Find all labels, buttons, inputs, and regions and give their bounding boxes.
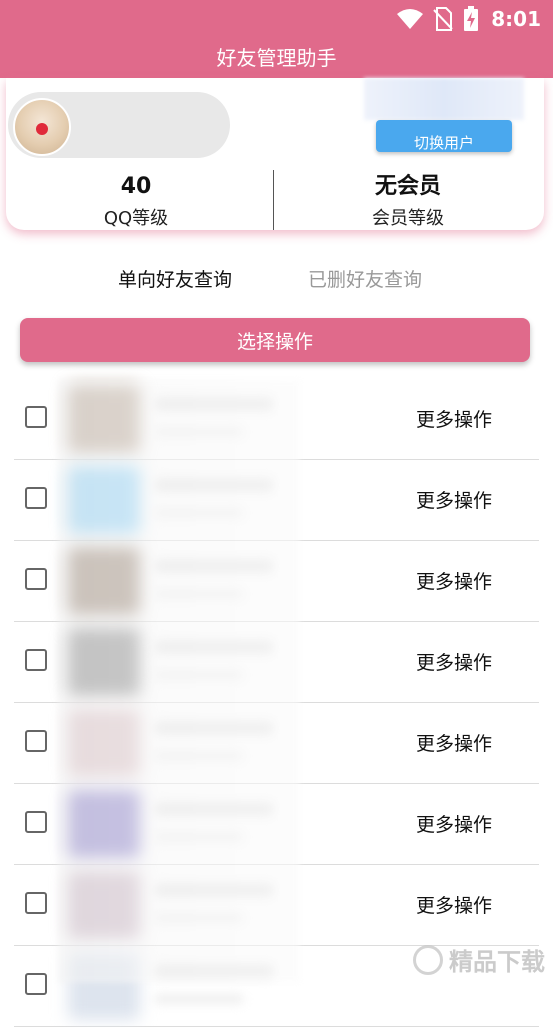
- qq-level-label: QQ等级: [103, 208, 169, 229]
- watermark-logo-icon: [413, 944, 443, 975]
- avatar[interactable]: [13, 98, 71, 156]
- profile-card: 切换用户 40 QQ等级 无会员 会员等级: [6, 78, 544, 230]
- list-item: 更多操作: [14, 784, 539, 865]
- checkbox[interactable]: [25, 811, 47, 833]
- list-item: 更多操作: [14, 703, 539, 784]
- more-actions-button[interactable]: 更多操作: [394, 399, 514, 439]
- watermark: 精品下载: [413, 942, 545, 977]
- list-item: 更多操作: [14, 460, 539, 541]
- app-bar: 好友管理助手: [0, 38, 553, 78]
- friend-name-blurred: [154, 721, 274, 735]
- friend-detail-blurred: [154, 913, 244, 923]
- more-actions-button[interactable]: 更多操作: [394, 804, 514, 844]
- friend-name-blurred: [154, 640, 274, 654]
- friend-avatar: [68, 466, 140, 534]
- checkbox[interactable]: [25, 568, 47, 590]
- profile-pill[interactable]: [8, 92, 230, 158]
- more-actions-button[interactable]: 更多操作: [394, 642, 514, 682]
- friend-name-blurred: [154, 964, 274, 978]
- checkbox[interactable]: [25, 892, 47, 914]
- select-action-button[interactable]: 选择操作: [20, 318, 530, 362]
- avatar-accent: [36, 123, 48, 135]
- friend-list: 更多操作 更多操作 更多操作 更多操作 更多操作 更多操作 更多操作: [14, 379, 539, 1027]
- checkbox[interactable]: [25, 730, 47, 752]
- switch-user-button[interactable]: 切换用户: [376, 120, 512, 152]
- qq-level-stat: 40 QQ等级: [6, 170, 266, 234]
- blurred-region: [364, 78, 524, 120]
- friend-name-blurred: [154, 883, 274, 897]
- battery-charging-icon: [464, 6, 479, 31]
- checkbox[interactable]: [25, 973, 47, 995]
- more-actions-button[interactable]: 更多操作: [394, 480, 514, 520]
- friend-name-blurred: [154, 559, 274, 573]
- app-title: 好友管理助手: [216, 46, 337, 70]
- friend-detail-blurred: [154, 832, 244, 842]
- friend-name-blurred: [154, 802, 274, 816]
- list-item: 更多操作: [14, 622, 539, 703]
- friend-avatar: [68, 385, 140, 453]
- tab-deleted-friends[interactable]: 已删好友查询: [308, 258, 422, 302]
- friend-detail-blurred: [154, 589, 244, 599]
- friend-name-blurred: [154, 478, 274, 492]
- list-item: 更多操作: [14, 865, 539, 946]
- friend-name-blurred: [154, 397, 274, 411]
- vip-level-stat: 无会员 会员等级: [278, 170, 538, 234]
- status-bar: 8:01: [0, 0, 553, 38]
- friend-detail-blurred: [154, 751, 244, 761]
- friend-avatar: [68, 952, 140, 1020]
- status-time: 8:01: [491, 7, 541, 31]
- vip-level-value: 无会员: [374, 174, 441, 199]
- stat-divider: [273, 170, 274, 230]
- list-item: 更多操作: [14, 379, 539, 460]
- friend-avatar: [68, 709, 140, 777]
- friend-detail-blurred: [154, 427, 244, 437]
- friend-detail-blurred: [154, 994, 244, 1004]
- friend-detail-blurred: [154, 670, 244, 680]
- list-item: 更多操作: [14, 541, 539, 622]
- more-actions-button[interactable]: 更多操作: [394, 561, 514, 601]
- more-actions-button[interactable]: 更多操作: [394, 723, 514, 763]
- checkbox[interactable]: [25, 487, 47, 509]
- friend-avatar: [68, 871, 140, 939]
- friend-avatar: [68, 547, 140, 615]
- friend-detail-blurred: [154, 508, 244, 518]
- more-actions-button[interactable]: 更多操作: [394, 885, 514, 925]
- friend-avatar: [68, 790, 140, 858]
- checkbox[interactable]: [25, 406, 47, 428]
- qq-level-value: 40: [120, 174, 152, 199]
- checkbox[interactable]: [25, 649, 47, 671]
- vip-level-label: 会员等级: [372, 208, 444, 229]
- tab-one-way-friends[interactable]: 单向好友查询: [118, 258, 232, 302]
- friend-avatar: [68, 628, 140, 696]
- no-sim-icon: [433, 7, 453, 31]
- status-icons: 8:01: [397, 5, 541, 33]
- watermark-text: 精品下载: [449, 948, 545, 976]
- query-tabs: 单向好友查询 已删好友查询: [0, 258, 553, 302]
- wifi-icon: [397, 9, 424, 29]
